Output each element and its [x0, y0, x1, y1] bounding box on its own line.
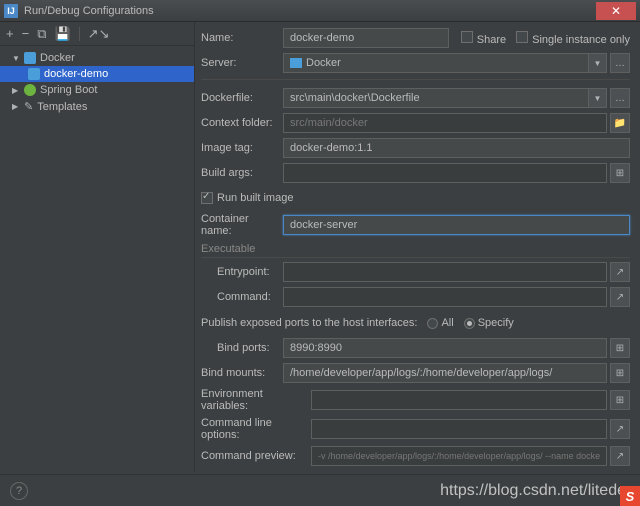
name-input[interactable] [283, 28, 449, 48]
env-vars-input[interactable] [311, 390, 607, 410]
image-tag-input[interactable] [283, 138, 630, 158]
name-label: Name: [201, 32, 283, 44]
bottom-bar: ? [0, 474, 640, 506]
bind-mounts-input[interactable] [283, 363, 607, 383]
preview-field [311, 446, 607, 466]
tree-label: Templates [37, 101, 87, 113]
server-select[interactable]: Docker [283, 53, 589, 73]
config-tree: ▼ Docker docker-demo ▶ Spring Boot ▶ ✎ T… [0, 46, 194, 472]
expand-button[interactable]: ↗ [610, 446, 630, 466]
env-vars-label: Environment variables: [201, 388, 311, 412]
save-icon[interactable]: 💾 [54, 26, 70, 42]
bind-mounts-label: Bind mounts: [201, 367, 283, 379]
expand-button[interactable]: ↗ [610, 287, 630, 307]
bind-ports-input[interactable] [283, 338, 607, 358]
close-button[interactable]: ✕ [596, 2, 636, 20]
executable-header: Executable [201, 243, 630, 258]
tree-templates[interactable]: ▶ ✎ Templates [0, 98, 194, 115]
entrypoint-input[interactable] [283, 262, 607, 282]
dockerfile-label: Dockerfile: [201, 92, 283, 104]
wrench-icon: ✎ [24, 100, 33, 113]
entrypoint-label: Entrypoint: [201, 266, 283, 278]
bind-ports-label: Bind ports: [201, 342, 283, 354]
app-icon: IJ [4, 4, 18, 18]
separator [79, 27, 80, 41]
tree-label: Docker [40, 52, 75, 64]
run-built-checkbox[interactable]: Run built image [201, 192, 293, 204]
expand-button[interactable]: ⊞ [610, 163, 630, 183]
tree-spring[interactable]: ▶ Spring Boot [0, 82, 194, 98]
browse-button[interactable]: … [610, 88, 630, 108]
ports-all-radio[interactable]: All [427, 317, 453, 329]
browse-button[interactable]: 📁 [610, 113, 630, 133]
dockerfile-input[interactable] [283, 88, 589, 108]
command-label: Command: [201, 291, 283, 303]
chevron-right-icon: ▶ [12, 102, 20, 111]
server-label: Server: [201, 57, 283, 69]
command-input[interactable] [283, 287, 607, 307]
remove-icon[interactable]: − [22, 26, 30, 41]
container-name-input[interactable] [283, 215, 630, 235]
publish-ports-label: Publish exposed ports to the host interf… [201, 317, 417, 329]
expand-button[interactable]: ⊞ [610, 338, 630, 358]
build-args-label: Build args: [201, 167, 283, 179]
watermark-badge: S [620, 486, 640, 506]
context-input[interactable] [283, 113, 607, 133]
expand-button[interactable]: ↗ [610, 419, 630, 439]
copy-icon[interactable]: ⧉ [37, 26, 46, 42]
dropdown-icon[interactable]: ▼ [589, 88, 607, 108]
tree-label: Spring Boot [40, 84, 97, 96]
spring-icon [24, 84, 36, 96]
dropdown-icon[interactable]: ▼ [589, 53, 607, 73]
cli-options-input[interactable] [311, 419, 607, 439]
cli-options-label: Command line options: [201, 417, 311, 441]
window-title: Run/Debug Configurations [24, 5, 596, 17]
share-checkbox[interactable]: Share [461, 31, 506, 46]
tree-label: docker-demo [44, 68, 108, 80]
tree-docker-demo[interactable]: docker-demo [0, 66, 194, 82]
help-button[interactable]: ? [10, 482, 28, 500]
expand-button[interactable]: ⊞ [610, 363, 630, 383]
image-tag-label: Image tag: [201, 142, 283, 154]
preview-label: Command preview: [201, 450, 311, 462]
content-panel: Name: Share Single instance only Server:… [195, 22, 640, 472]
expand-button[interactable]: ⊞ [610, 390, 630, 410]
tree-docker[interactable]: ▼ Docker [0, 50, 194, 66]
more-button[interactable]: … [610, 53, 630, 73]
expand-button[interactable]: ↗ [610, 262, 630, 282]
chevron-down-icon: ▼ [12, 54, 20, 63]
docker-icon [290, 58, 302, 68]
sidebar-toolbar: + − ⧉ 💾 ↗↘ [0, 22, 194, 46]
sidebar: + − ⧉ 💾 ↗↘ ▼ Docker docker-demo ▶ Spring… [0, 22, 195, 472]
docker-icon [24, 52, 36, 64]
wrench-icon[interactable]: ↗↘ [88, 26, 110, 42]
container-name-label: Container name: [201, 213, 283, 237]
docker-icon [28, 68, 40, 80]
ports-specify-radio[interactable]: Specify [464, 317, 514, 329]
single-instance-checkbox[interactable]: Single instance only [516, 31, 630, 46]
context-label: Context folder: [201, 117, 283, 129]
build-args-input[interactable] [283, 163, 607, 183]
add-icon[interactable]: + [6, 26, 14, 41]
chevron-right-icon: ▶ [12, 86, 20, 95]
